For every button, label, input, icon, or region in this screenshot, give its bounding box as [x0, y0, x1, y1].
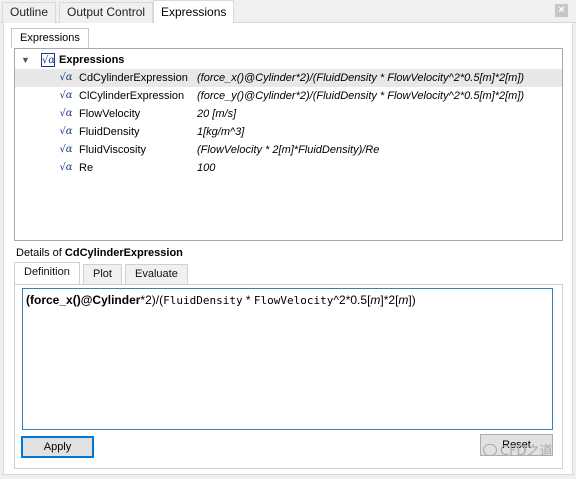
expression-icon: √α [59, 108, 73, 119]
apply-button[interactable]: Apply [21, 436, 94, 458]
expression-name: FluidViscosity [79, 144, 147, 156]
expression-value: 1[kg/m^3] [197, 126, 245, 138]
expression-value: (FlowVelocity * 2[m]*FluidDensity)/Re [197, 144, 380, 156]
watermark: CFD之道 [483, 440, 553, 459]
details-title: Details of CdCylinderExpression [16, 247, 183, 259]
expression-icon: √α [59, 126, 73, 137]
top-tab-bar: Outline Output Control Expressions × [0, 0, 576, 24]
tab-output-control[interactable]: Output Control [59, 2, 154, 23]
wechat-icon [483, 444, 497, 456]
expression-value: 100 [197, 162, 216, 174]
expression-icon: √α [59, 162, 73, 173]
tree-row-re[interactable]: √α Re 100 [15, 159, 562, 177]
tab-plot[interactable]: Plot [83, 264, 122, 284]
expression-icon: √α [59, 144, 73, 155]
tree-row-cl[interactable]: √α ClCylinderExpression (force_y()@Cylin… [15, 87, 562, 105]
expression-folder-icon: √α [41, 53, 56, 67]
tab-evaluate[interactable]: Evaluate [125, 264, 188, 284]
tree-row-fluiddensity[interactable]: √α FluidDensity 1[kg/m^3] [15, 123, 562, 141]
expression-name: FlowVelocity [79, 108, 141, 120]
expression-value: (force_y()@Cylinder*2)/(FluidDensity * F… [197, 90, 525, 102]
tab-definition[interactable]: Definition [14, 262, 80, 285]
expression-value: (force_x()@Cylinder*2)/(FluidDensity * F… [197, 72, 525, 84]
subtab-expressions[interactable]: Expressions [11, 28, 89, 48]
expression-name: CdCylinderExpression [79, 72, 188, 84]
expression-name: FluidDensity [79, 126, 140, 138]
expression-tree[interactable]: ▼ √α Expressions √α CdCylinderExpression… [14, 48, 563, 241]
expression-icon: √α [59, 90, 73, 101]
close-icon[interactable]: × [555, 4, 568, 17]
tab-expressions[interactable]: Expressions [153, 0, 235, 24]
tree-row-cd[interactable]: √α CdCylinderExpression (force_x()@Cylin… [15, 69, 562, 87]
tab-outline[interactable]: Outline [2, 2, 57, 23]
expression-icon: √α [59, 72, 73, 83]
expressions-panel: Expressions ▼ √α Expressions √α CdCylind… [3, 23, 573, 475]
expression-editor[interactable]: (force_x()@Cylinder*2)/(FluidDensity * F… [22, 288, 553, 430]
expression-name: ClCylinderExpression [79, 90, 185, 102]
tree-row-fluidviscosity[interactable]: √α FluidViscosity (FlowVelocity * 2[m]*F… [15, 141, 562, 159]
collapse-arrow-icon[interactable]: ▼ [21, 51, 30, 69]
tree-root-label: Expressions [59, 54, 125, 66]
expression-name: Re [79, 162, 94, 174]
expression-value: 20 [m/s] [197, 108, 237, 120]
definition-pane: (force_x()@Cylinder*2)/(FluidDensity * F… [14, 284, 563, 469]
tree-root[interactable]: ▼ √α Expressions [15, 51, 562, 69]
tree-row-flowvelocity[interactable]: √α FlowVelocity 20 [m/s] [15, 105, 562, 123]
